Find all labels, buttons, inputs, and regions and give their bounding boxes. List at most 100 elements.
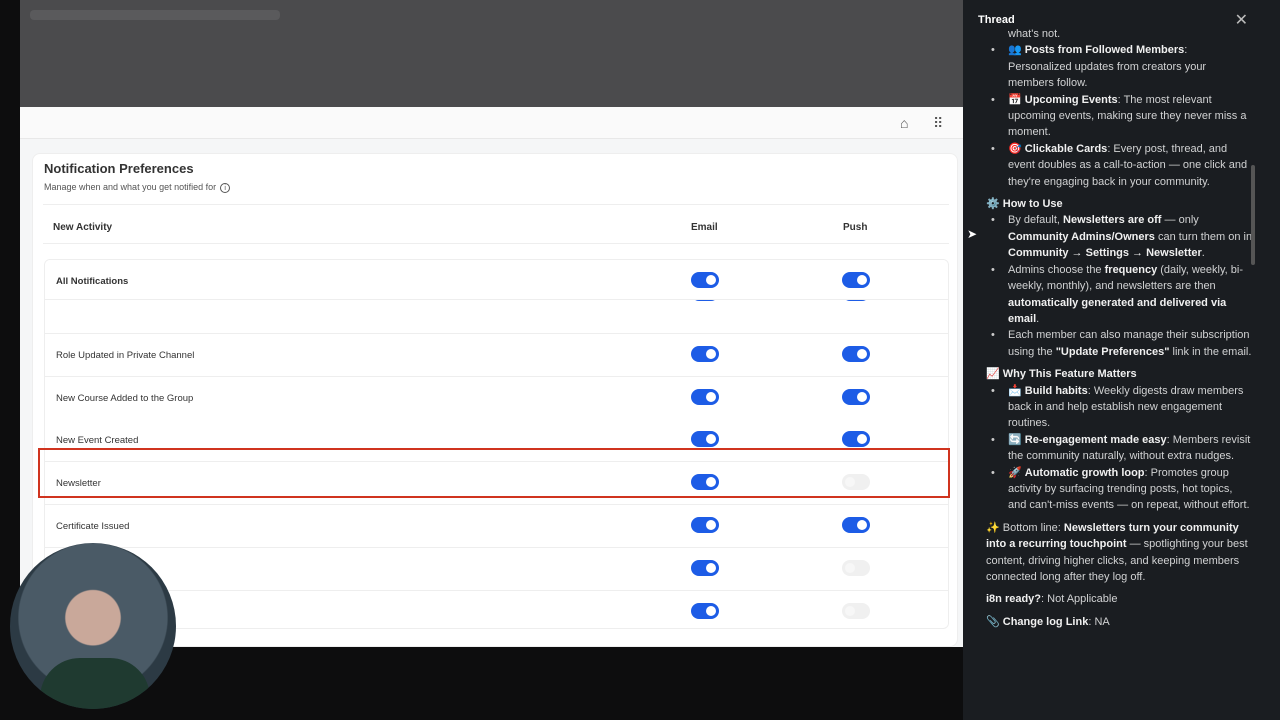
list-item: Admins choose the frequency (daily, week…: [991, 262, 1253, 328]
text-segment: 🎯: [1008, 142, 1025, 155]
thread-scrollbar[interactable]: [1251, 165, 1255, 265]
page-subtitle: Manage when and what you get notified fo…: [44, 182, 231, 193]
text-segment: 🚀: [1008, 466, 1025, 479]
text-segment: Community Admins/Owners: [1008, 230, 1155, 243]
table-row: Role Updated in Private Channel: [45, 334, 948, 377]
text-segment: : NA: [1088, 615, 1110, 628]
thread-paragraph: 📈 Why This Feature Matters: [986, 366, 1253, 382]
text-segment: can turn them on in: [1154, 230, 1253, 243]
text-segment: Community → Settings → Newsletter: [1008, 247, 1202, 260]
row-label: New Event Created: [56, 435, 139, 446]
table-row: Certificate Issued: [45, 505, 948, 548]
push-toggle[interactable]: [842, 389, 870, 405]
push-toggle[interactable]: [842, 560, 870, 576]
text-segment: frequency: [1104, 263, 1158, 276]
list-item: 👥 Posts from Followed Members: Personali…: [991, 42, 1253, 91]
home-icon[interactable]: ⌂: [900, 115, 908, 131]
grid-icon[interactable]: ⠿: [933, 115, 943, 132]
text-segment: ✨ Bottom line:: [986, 521, 1064, 534]
text-segment: .: [1201, 247, 1205, 260]
thread-paragraph: ⚙️ How to Use: [986, 196, 1253, 212]
text-segment: 📅: [1008, 93, 1025, 106]
text-segment: 🔄: [1008, 433, 1025, 446]
row-label: New Course Added to the Group: [56, 393, 194, 404]
email-toggle[interactable]: [691, 603, 719, 619]
text-segment: 📎: [986, 615, 1003, 628]
notification-app: ⌂ ⠿ Notification Preferences Manage when…: [20, 107, 963, 647]
thread-content: what's not. 👥 Posts from Followed Members…: [986, 28, 1253, 630]
email-toggle[interactable]: [691, 389, 719, 405]
push-toggle[interactable]: [842, 517, 870, 533]
row-label: Certificate Issued: [56, 521, 130, 532]
list-item: 📩 Build habits: Weekly digests draw memb…: [991, 383, 1253, 432]
push-toggle[interactable]: [842, 272, 870, 288]
push-column-header: Push: [843, 222, 868, 233]
page-title: Notification Preferences: [44, 161, 194, 176]
thread-title: Thread: [978, 14, 1015, 26]
info-icon[interactable]: i: [220, 183, 231, 193]
text-segment: "Update Preferences": [1055, 345, 1170, 358]
text-segment: Clickable Cards: [1024, 142, 1108, 155]
row-label: All Notifications: [56, 276, 129, 287]
thread-paragraph: what's not.: [1008, 26, 1253, 42]
text-segment: By default,: [1008, 214, 1064, 227]
list-item: 🎯 Clickable Cards: Every post, thread, a…: [991, 141, 1253, 190]
list-item: Each member can also manage their subscr…: [991, 327, 1253, 360]
text-segment: : Not Applicable: [1041, 593, 1118, 606]
text-segment: 📩: [1008, 384, 1025, 397]
email-toggle[interactable]: [691, 560, 719, 576]
text-segment: Upcoming Events: [1024, 93, 1118, 106]
list-item: 📅 Upcoming Events: The most relevant upc…: [991, 92, 1253, 141]
table-row: All Notifications: [45, 260, 948, 300]
thread-paragraph: ✨ Bottom line: Newsletters turn your com…: [986, 520, 1253, 586]
text-segment: Build habits: [1024, 384, 1088, 397]
table-header: New Activity Email Push: [43, 204, 949, 244]
preferences-card: Notification Preferences Manage when and…: [32, 153, 958, 647]
top-bar: ⌂ ⠿: [20, 107, 963, 139]
email-toggle[interactable]: [691, 346, 719, 362]
text-segment: link in the email.: [1169, 345, 1252, 358]
email-toggle[interactable]: [691, 517, 719, 533]
section-label: New Activity: [53, 222, 113, 233]
push-toggle[interactable]: [842, 431, 870, 447]
thread-paragraph: i8n ready?: Not Applicable: [986, 591, 1253, 607]
text-segment: Why This Feature Matters: [1002, 368, 1137, 381]
overlay-backdrop: [20, 0, 963, 107]
webcam-overlay: [10, 543, 176, 709]
email-toggle[interactable]: [691, 272, 719, 288]
row-label: Role Updated in Private Channel: [56, 350, 195, 361]
text-segment: How to Use: [1002, 198, 1063, 211]
text-segment: ⚙️: [986, 198, 1003, 211]
push-toggle[interactable]: [842, 603, 870, 619]
presenter-shirt: [40, 658, 150, 709]
mouse-cursor-icon: ➤: [967, 227, 978, 241]
text-segment: Automatic growth loop: [1024, 466, 1145, 479]
text-segment: Admins choose the: [1008, 263, 1105, 276]
list-item: By default, Newsletters are off — only C…: [991, 212, 1253, 261]
email-toggle[interactable]: [691, 431, 719, 447]
text-segment: Newsletters are off: [1063, 214, 1162, 227]
thread-paragraph: 📎 Change log Link: NA: [986, 614, 1253, 630]
table-row: New Course Added to the Group: [45, 377, 948, 420]
text-segment: i8n ready?: [986, 593, 1042, 606]
blurred-header: [30, 10, 280, 20]
text-segment: — only: [1161, 214, 1199, 227]
push-toggle[interactable]: [842, 346, 870, 362]
thread-panel: Thread ✕ what's not.👥 Posts from Followe…: [963, 0, 1280, 720]
table-row: [45, 548, 948, 591]
text-segment: Posts from Followed Members: [1024, 44, 1185, 57]
email-column-header: Email: [691, 222, 718, 233]
text-segment: 👥: [1008, 44, 1025, 57]
highlight-box: [38, 448, 950, 498]
list-item: 🔄 Re-engagement made easy: Members revis…: [991, 432, 1253, 465]
text-segment: Change log Link: [1002, 615, 1089, 628]
text-segment: Re-engagement made easy: [1024, 433, 1167, 446]
subtitle-text: Manage when and what you get notified fo…: [44, 182, 217, 192]
text-segment: automatically generated and delivered vi…: [1008, 296, 1227, 325]
notification-list: All NotificationsGroup Joining Request R…: [44, 259, 949, 629]
table-row: [45, 591, 948, 628]
text-segment: what's not.: [1008, 28, 1061, 40]
list-item: 🚀 Automatic growth loop: Promotes group …: [991, 465, 1253, 514]
text-segment: .: [1036, 312, 1040, 325]
text-segment: 📈: [986, 368, 1003, 381]
